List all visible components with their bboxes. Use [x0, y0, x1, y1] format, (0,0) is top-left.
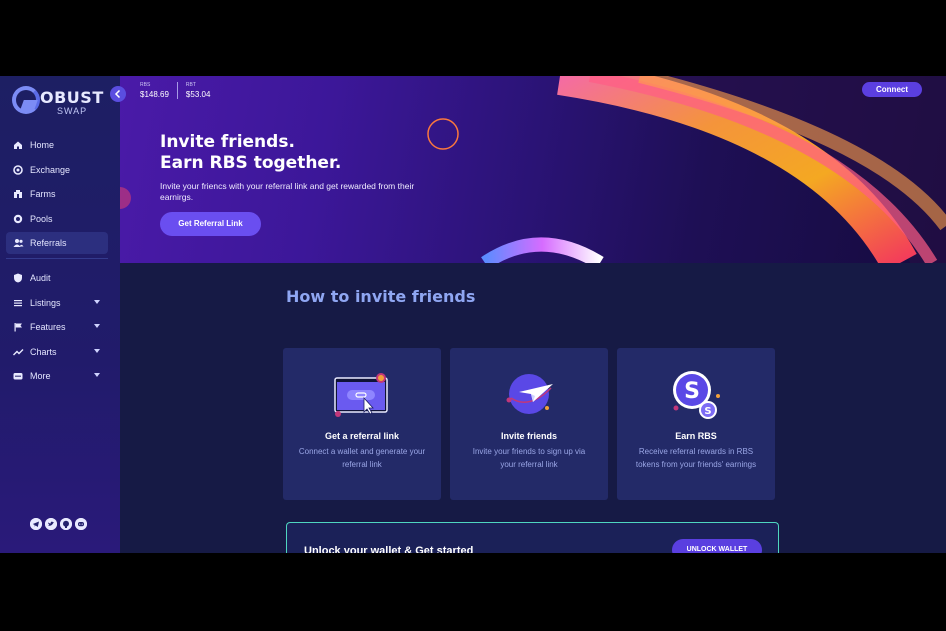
- sidebar-item-charts[interactable]: Charts: [6, 341, 108, 363]
- sidebar-item-label: Charts: [30, 346, 57, 357]
- step-description: Connect a wallet and generate your refer…: [298, 447, 426, 469]
- sidebar: OBUST SWAP Home Exchange Farms Pools Ref…: [0, 76, 120, 553]
- telegram-icon[interactable]: [30, 518, 42, 530]
- sidebar-item-label: Home: [30, 140, 55, 150]
- sidebar-item-features[interactable]: Features: [6, 316, 108, 338]
- home-icon: [13, 140, 23, 150]
- farm-icon: [13, 189, 23, 199]
- chevron-down-icon: [94, 324, 100, 328]
- step-card-earn-rbs: S S Earn RBS Receive referral rewards in…: [617, 348, 775, 500]
- svg-text:S: S: [684, 379, 700, 404]
- shield-icon: [13, 273, 23, 283]
- sidebar-nav: Home Exchange Farms Pools Referrals Audi…: [6, 134, 108, 390]
- connect-button[interactable]: Connect: [862, 82, 922, 97]
- app-window: OBUST SWAP Home Exchange Farms Pools Ref…: [0, 76, 946, 553]
- hero-title: Invite friends. Earn RBS together.: [160, 132, 341, 174]
- letterbox-bottom: [0, 553, 946, 631]
- logo[interactable]: OBUST SWAP: [12, 84, 108, 118]
- sidebar-item-audit[interactable]: Audit: [6, 267, 108, 289]
- price-value: $53.04: [185, 90, 211, 99]
- sidebar-divider: [6, 258, 108, 259]
- sidebar-item-label: Farms: [30, 189, 56, 199]
- step-title: Get a referral link: [324, 431, 400, 441]
- svg-text:S: S: [704, 406, 711, 417]
- sidebar-item-exchange[interactable]: Exchange: [6, 159, 108, 181]
- get-referral-link-button[interactable]: Get Referral Link: [160, 212, 261, 236]
- sidebar-item-farms[interactable]: Farms: [6, 183, 108, 205]
- sidebar-item-listings[interactable]: Listings: [6, 292, 108, 314]
- sidebar-item-label: Features: [30, 322, 66, 332]
- price-symbol: RBS: [140, 82, 151, 88]
- hero-banner: RBS $148.69 RBT $53.04 Connect Invite fr…: [120, 76, 946, 263]
- social-links: [30, 518, 87, 530]
- sidebar-item-label: Listings: [30, 297, 61, 308]
- exchange-icon: [13, 164, 23, 175]
- collapse-sidebar-button[interactable]: [110, 86, 126, 102]
- unlock-wallet-text: Unlock your wallet & Get started: [304, 545, 474, 553]
- chevron-down-icon: [94, 299, 100, 304]
- sidebar-item-label: More: [30, 371, 51, 381]
- paper-plane-icon: [506, 374, 553, 414]
- users-icon: [13, 238, 24, 248]
- hero-title-line1: Invite friends.: [160, 132, 295, 152]
- chart-icon: [13, 347, 24, 357]
- chevron-down-icon: [94, 348, 100, 353]
- sidebar-item-label: Referrals: [30, 238, 67, 248]
- sidebar-item-more[interactable]: More: [6, 365, 108, 387]
- sidebar-item-label: Pools: [30, 213, 53, 224]
- step-description: Receive referral rewards in RBS tokens f…: [635, 447, 757, 469]
- hero-title-line2: Earn RBS together.: [160, 153, 342, 173]
- more-icon: [13, 371, 23, 381]
- section-title: How to invite friends: [286, 287, 476, 306]
- unlock-wallet-panel: Unlock your wallet & Get started UNLOCK …: [286, 522, 779, 553]
- sidebar-item-label: Audit: [30, 273, 51, 283]
- token-prices: RBS $148.69 RBT $53.04: [140, 82, 218, 99]
- sidebar-item-home[interactable]: Home: [6, 134, 108, 156]
- sidebar-item-pools[interactable]: Pools: [6, 208, 108, 230]
- step-description: Invite your friends to sign up via your …: [472, 447, 586, 469]
- logo-mark-icon: [12, 86, 40, 114]
- price-rbt: RBT $53.04: [176, 82, 218, 99]
- list-icon: [13, 298, 23, 308]
- referral-link-icon: [334, 373, 388, 417]
- pool-icon: [13, 214, 23, 224]
- chevron-down-icon: [94, 373, 100, 377]
- price-rbs: RBS $148.69: [140, 82, 177, 99]
- step-card-referral-link: Get a referral link Connect a wallet and…: [283, 348, 441, 500]
- main-content: How to invite friends Get a referral lin…: [120, 263, 946, 553]
- letterbox-top: [0, 0, 946, 76]
- price-value: $148.69: [140, 90, 169, 99]
- github-icon[interactable]: [60, 518, 72, 530]
- rbs-coin-icon: S S: [673, 371, 720, 419]
- sidebar-item-label: Exchange: [30, 164, 71, 175]
- logo-subtext: SWAP: [57, 106, 88, 116]
- twitter-icon[interactable]: [45, 518, 57, 530]
- sidebar-item-referrals[interactable]: Referrals: [6, 232, 108, 254]
- step-title: Invite friends: [500, 431, 557, 441]
- discord-icon[interactable]: [75, 518, 87, 530]
- flag-icon: [13, 322, 23, 332]
- step-card-invite-friends: Invite friends Invite your friends to si…: [450, 348, 608, 500]
- step-title: Earn RBS: [675, 431, 717, 441]
- price-symbol: RBT: [185, 82, 196, 88]
- logo-text: OBUST: [40, 88, 104, 107]
- hero-description: Invite your friencs with your referral l…: [160, 181, 415, 202]
- unlock-wallet-button[interactable]: UNLOCK WALLET: [672, 539, 762, 553]
